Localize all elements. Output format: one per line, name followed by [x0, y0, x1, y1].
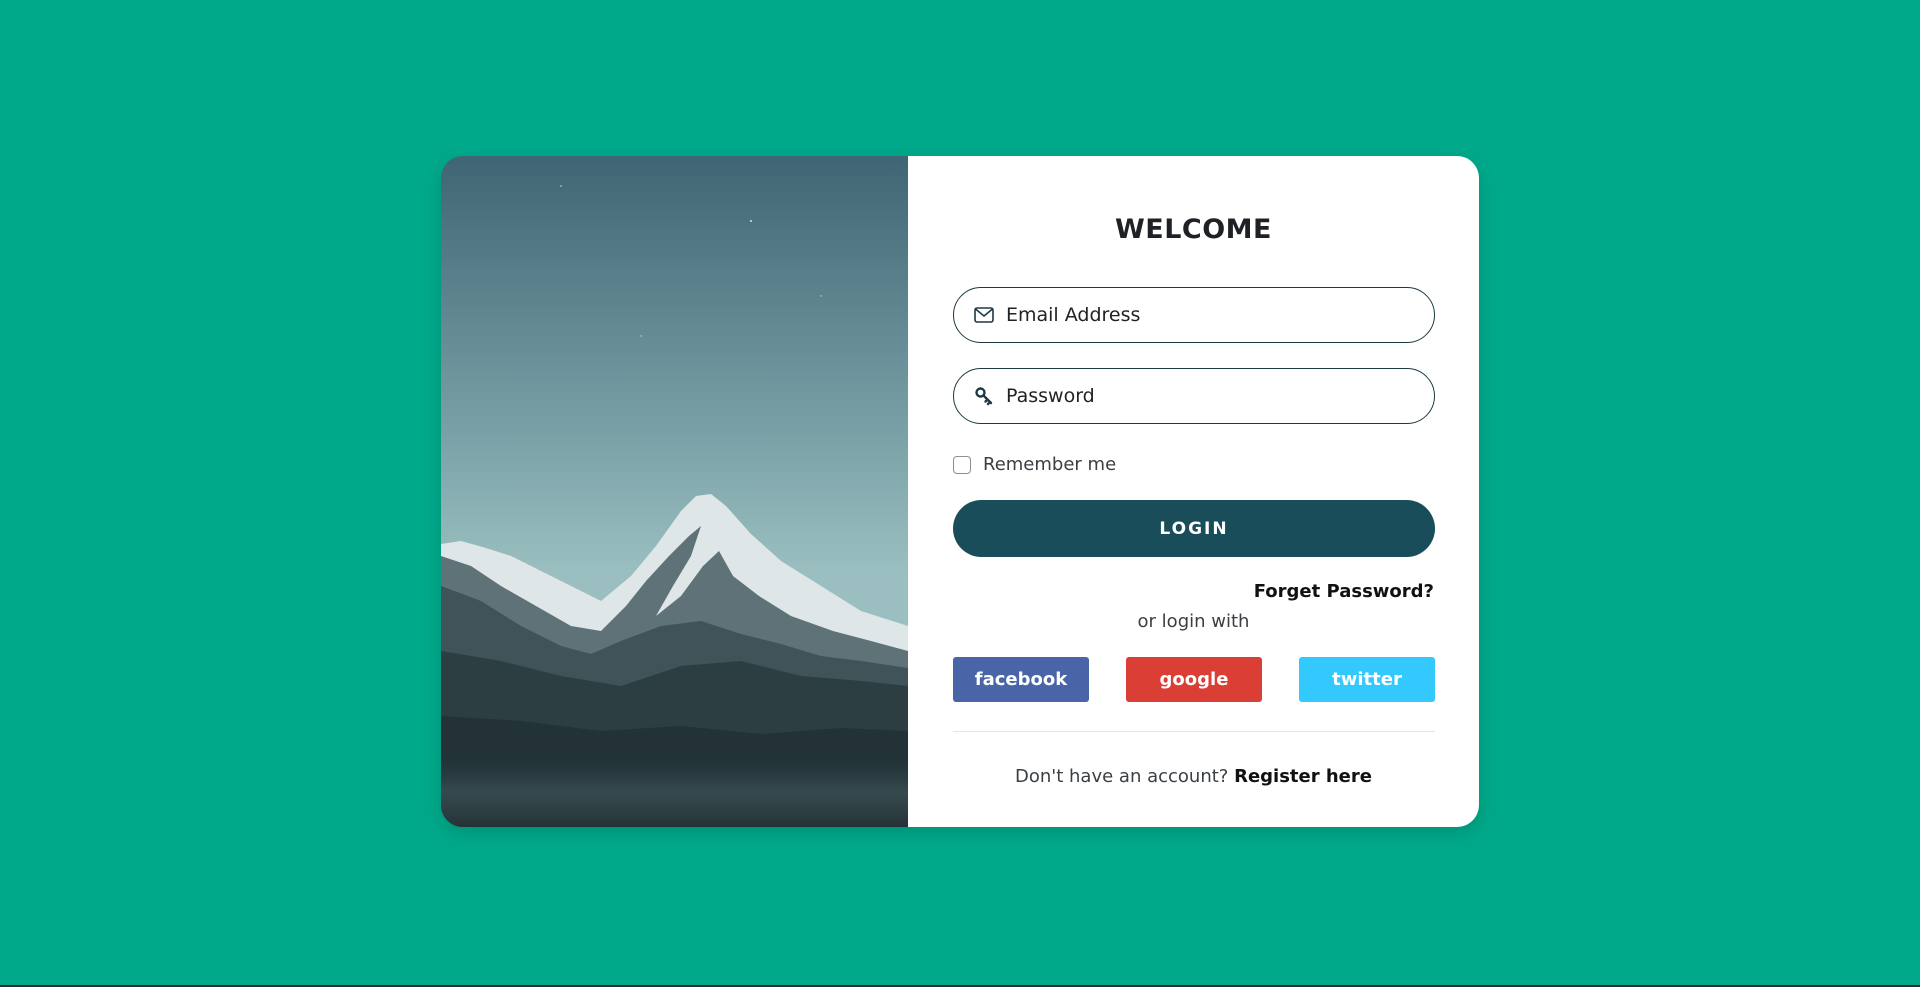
- forget-password-link[interactable]: Forget Password?: [1254, 581, 1434, 602]
- register-prompt-text: Don't have an account?: [1015, 766, 1229, 787]
- remember-me[interactable]: Remember me: [953, 454, 1116, 475]
- facebook-login-button[interactable]: facebook: [953, 657, 1089, 702]
- or-login-with-text: or login with: [1137, 611, 1250, 632]
- mountain-image: [441, 156, 908, 827]
- twitter-login-button[interactable]: twitter: [1299, 657, 1435, 702]
- password-input[interactable]: [1006, 385, 1406, 407]
- email-input[interactable]: [1006, 304, 1406, 326]
- login-form: WELCOME Remember me LOGIN: [908, 156, 1479, 827]
- envelope-icon: [973, 304, 995, 326]
- register-link[interactable]: Register here: [1234, 766, 1372, 787]
- divider: [953, 731, 1435, 732]
- password-field[interactable]: [953, 368, 1435, 424]
- login-button[interactable]: LOGIN: [953, 500, 1435, 557]
- page-title: WELCOME: [1114, 214, 1272, 245]
- register-prompt: Don't have an account? Register here: [908, 766, 1479, 787]
- key-icon: [973, 385, 995, 407]
- login-card: WELCOME Remember me LOGIN: [441, 156, 1479, 827]
- email-field[interactable]: [953, 287, 1435, 343]
- google-login-button[interactable]: google: [1126, 657, 1262, 702]
- remember-checkbox[interactable]: [953, 455, 971, 474]
- remember-label: Remember me: [983, 454, 1117, 475]
